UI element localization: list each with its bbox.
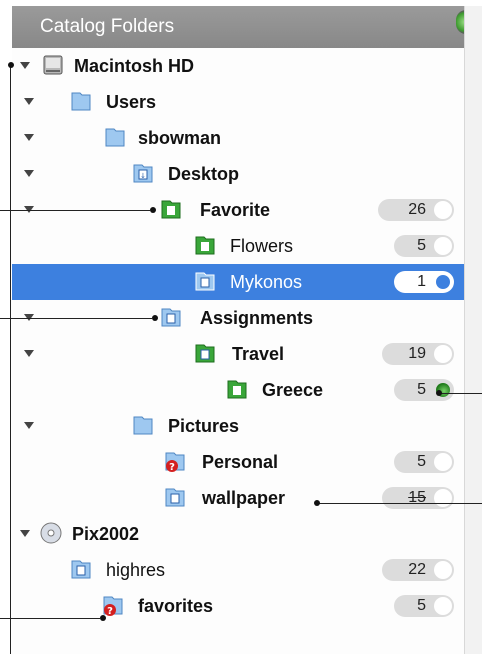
tree-row-label: Users xyxy=(106,92,157,112)
tree-row-label: Mykonos xyxy=(230,272,303,292)
status-indicator[interactable] xyxy=(434,273,452,291)
tree-row-pix2002[interactable]: Pix2002 xyxy=(12,516,464,552)
callout-line xyxy=(0,618,100,619)
tree-row-desktop[interactable]: ↓ Desktop xyxy=(12,156,464,192)
tree-row-personal[interactable]: ? Personal 5 xyxy=(12,444,464,480)
green-folder-icon xyxy=(195,344,215,363)
image-count-badge: 22 xyxy=(382,559,454,581)
tree-row-label: Macintosh HD xyxy=(74,56,195,76)
callout-dot xyxy=(436,390,442,396)
status-indicator[interactable] xyxy=(434,561,452,579)
tree-row-greece[interactable]: Greece 5 xyxy=(12,372,464,408)
tree-row-mykonos[interactable]: Mykonos 1 xyxy=(12,264,464,300)
folder-badge-icon xyxy=(161,308,181,327)
disclosure-triangle-icon[interactable] xyxy=(24,134,34,141)
tree-row-label: sbowman xyxy=(138,128,222,148)
callout-dot xyxy=(152,315,158,321)
image-count-badge: 19 xyxy=(382,343,454,365)
image-count-badge: 5 xyxy=(394,235,454,257)
image-count-badge: 5 xyxy=(394,379,454,401)
folder-badge-icon xyxy=(165,488,185,507)
tree-row-label: favorites xyxy=(138,596,214,616)
tree-row-pictures[interactable]: Pictures xyxy=(12,408,464,444)
image-count-badge: 15 xyxy=(382,487,454,509)
status-indicator[interactable] xyxy=(434,597,452,615)
folder-icon xyxy=(71,92,91,111)
green-folder-icon xyxy=(195,236,215,255)
tree-row-wallpaper[interactable]: wallpaper 15 xyxy=(12,480,464,516)
callout-line xyxy=(318,503,482,504)
image-count-badge: 5 xyxy=(394,451,454,473)
folder-badge-icon: ↓ xyxy=(133,164,153,183)
svg-text:?: ? xyxy=(107,606,113,617)
tree-row-label: Personal xyxy=(202,452,279,472)
folder-badge-icon xyxy=(71,560,91,579)
tree-row-label: Greece xyxy=(262,380,324,400)
disclosure-triangle-icon[interactable] xyxy=(24,350,34,357)
tree-row-sbowman[interactable]: sbowman xyxy=(12,120,464,156)
panel-edge xyxy=(464,6,482,654)
disclosure-triangle-icon[interactable] xyxy=(24,170,34,177)
tree-row-flowers[interactable]: Flowers 5 xyxy=(12,228,464,264)
image-count-badge: 1 xyxy=(394,271,454,293)
folder-badge-icon xyxy=(195,272,215,291)
image-count-badge: 5 xyxy=(394,595,454,617)
tree-row-travel[interactable]: Travel 19 xyxy=(12,336,464,372)
status-indicator[interactable] xyxy=(434,489,452,507)
tree-row-label: Favorite xyxy=(200,200,271,220)
callout-dot xyxy=(100,615,106,621)
tree-row-macintosh-hd[interactable]: Macintosh HD xyxy=(12,48,464,84)
folder-icon xyxy=(105,128,125,147)
tree-row-label: wallpaper xyxy=(202,488,286,508)
tree-row-label: Pix2002 xyxy=(72,524,140,544)
panel-title: Catalog Folders xyxy=(12,6,464,48)
disclosure-triangle-icon[interactable] xyxy=(20,530,30,537)
folder-icon xyxy=(133,416,153,435)
disclosure-triangle-icon[interactable] xyxy=(24,98,34,105)
disclosure-triangle-icon[interactable] xyxy=(24,422,34,429)
warning-folder-icon: ? xyxy=(103,596,123,617)
svg-text:↓: ↓ xyxy=(140,172,146,180)
callout-dot xyxy=(150,207,156,213)
hard-disk-icon xyxy=(43,55,63,75)
callout-dot xyxy=(8,62,14,68)
status-indicator[interactable] xyxy=(434,453,452,471)
tree-row-label: Pictures xyxy=(168,416,240,436)
cd-icon xyxy=(40,522,62,544)
tree-row-label: Flowers xyxy=(230,236,294,256)
tree-row-highres[interactable]: highres 22 xyxy=(12,552,464,588)
tree-row-label: Assignments xyxy=(200,308,314,328)
status-indicator[interactable] xyxy=(434,201,452,219)
disclosure-triangle-icon[interactable] xyxy=(20,62,30,69)
status-indicator[interactable] xyxy=(434,237,452,255)
green-folder-icon xyxy=(227,380,247,399)
tree-row-users[interactable]: Users xyxy=(12,84,464,120)
svg-text:?: ? xyxy=(169,462,175,473)
callout-dot xyxy=(314,500,320,506)
green-folder-icon xyxy=(161,200,181,219)
callout-line xyxy=(440,393,482,394)
callout-line xyxy=(0,318,152,319)
callout-line xyxy=(10,64,11,654)
tree-row-label: Desktop xyxy=(168,164,240,184)
tree-row-label: Travel xyxy=(232,344,285,364)
callout-line xyxy=(0,210,150,211)
tree-row-label: highres xyxy=(106,560,166,580)
image-count-badge: 26 xyxy=(378,199,454,221)
status-indicator[interactable] xyxy=(434,345,452,363)
warning-folder-icon: ? xyxy=(165,452,185,473)
